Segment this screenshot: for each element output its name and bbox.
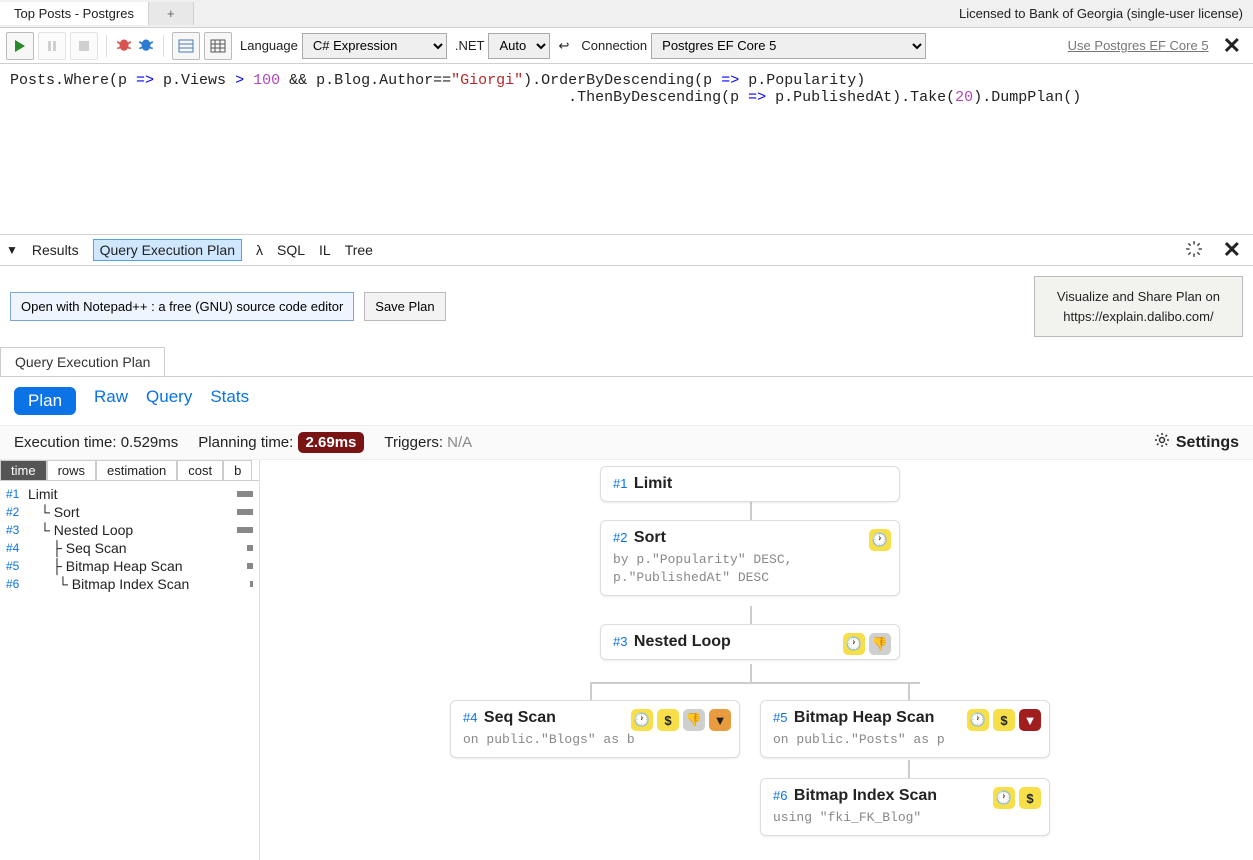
bug-blue-icon[interactable] <box>137 35 155 56</box>
connection-select[interactable]: Postgres EF Core 5 <box>651 33 926 59</box>
settings-label: Settings <box>1176 434 1239 452</box>
tree-row[interactable]: #4├ Seq Scan <box>6 539 253 557</box>
tree-row[interactable]: #1Limit <box>6 485 253 503</box>
plan-node-limit[interactable]: #1 Limit <box>600 466 900 502</box>
metric-tab-estimation[interactable]: estimation <box>96 460 177 480</box>
thumbs-down-icon: 👎 <box>869 633 891 655</box>
dollar-icon: $ <box>657 709 679 731</box>
filter-icon: ▼ <box>709 709 731 731</box>
metric-tab-time[interactable]: time <box>0 460 47 480</box>
exec-time: Execution time: 0.529ms <box>14 434 178 451</box>
net-label: .NET <box>455 38 485 53</box>
run-button[interactable] <box>6 32 34 60</box>
dalibo-line2: https://explain.dalibo.com/ <box>1057 307 1220 327</box>
pill-stats[interactable]: Stats <box>210 387 249 415</box>
metric-tab-rows[interactable]: rows <box>47 460 96 480</box>
triggers: Triggers: N/A <box>384 434 472 451</box>
dalibo-line1: Visualize and Share Plan on <box>1057 287 1220 307</box>
tab-main[interactable]: Top Posts - Postgres <box>0 2 149 25</box>
clock-icon: 🕐 <box>993 787 1015 809</box>
tab-il[interactable]: IL <box>319 242 331 258</box>
dalibo-button[interactable]: Visualize and Share Plan on https://expl… <box>1034 276 1243 337</box>
plan-action-bar: Open with Notepad++ : a free (GNU) sourc… <box>0 266 1253 347</box>
pill-plan[interactable]: Plan <box>14 387 76 415</box>
format-table-icon[interactable] <box>172 32 200 60</box>
filter-icon: ▼ <box>1019 709 1041 731</box>
plan-node-nested-loop[interactable]: 🕐👎 #3 Nested Loop <box>600 624 900 660</box>
license-text: Licensed to Bank of Georgia (single-user… <box>959 6 1253 21</box>
plan-node-seq-scan[interactable]: 🕐$👎▼ #4 Seq Scan on public."Blogs" as b <box>450 700 740 758</box>
use-connection-link[interactable]: Use Postgres EF Core 5 <box>1068 38 1209 53</box>
language-select[interactable]: C# Expression <box>302 33 447 59</box>
tree-row[interactable]: #2└ Sort <box>6 503 253 521</box>
bug-red-icon[interactable] <box>115 35 133 56</box>
code-editor[interactable]: Posts.Where(p => p.Views > 100 && p.Blog… <box>0 64 1253 234</box>
plan-node-sort[interactable]: 🕐 #2 Sort by p."Popularity" DESC,p."Publ… <box>600 520 900 596</box>
plan-left-panel: time rows estimation cost b #1Limit#2└ S… <box>0 460 260 860</box>
open-notepad-button[interactable]: Open with Notepad++ : a free (GNU) sourc… <box>10 292 354 321</box>
close-results-icon[interactable]: ✕ <box>1217 237 1247 263</box>
tab-add[interactable]: + <box>149 2 194 25</box>
tab-sql[interactable]: SQL <box>277 242 305 258</box>
tree-row[interactable]: #3└ Nested Loop <box>6 521 253 539</box>
dollar-icon: $ <box>1019 787 1041 809</box>
plan-diagram[interactable]: #1 Limit 🕐 #2 Sort by p."Popularity" DES… <box>260 460 1253 860</box>
tab-results[interactable]: Results <box>32 242 79 258</box>
result-tab-plan[interactable]: Query Execution Plan <box>0 347 165 376</box>
close-icon[interactable]: ✕ <box>1217 33 1247 59</box>
language-label: Language <box>240 38 298 53</box>
plan-node-bitmap-index[interactable]: 🕐$ #6 Bitmap Index Scan using "fki_FK_Bl… <box>760 778 1050 836</box>
result-tab-row: Query Execution Plan <box>0 347 1253 377</box>
plan-node-bitmap-heap[interactable]: 🕐$▼ #5 Bitmap Heap Scan on public."Posts… <box>760 700 1050 758</box>
divider <box>163 35 164 57</box>
results-bar: ▼ Results Query Execution Plan λ SQL IL … <box>0 234 1253 266</box>
dollar-icon: $ <box>993 709 1015 731</box>
grid-icon[interactable] <box>204 32 232 60</box>
collapse-triangle-icon[interactable]: ▼ <box>6 243 18 257</box>
tree-row[interactable]: #6└ Bitmap Index Scan <box>6 575 253 593</box>
activity-icon[interactable] <box>1185 240 1203 261</box>
stats-bar: Execution time: 0.529ms Planning time: 2… <box>0 425 1253 460</box>
clock-icon: 🕐 <box>843 633 865 655</box>
settings-button[interactable]: Settings <box>1154 432 1239 453</box>
divider <box>106 35 107 57</box>
stop-button[interactable] <box>70 32 98 60</box>
back-arrow-icon[interactable]: ↩ <box>554 38 573 54</box>
pill-raw[interactable]: Raw <box>94 387 128 415</box>
save-plan-button[interactable]: Save Plan <box>364 292 445 321</box>
toolbar: Language C# Expression .NET Auto ↩ Conne… <box>0 28 1253 64</box>
plan-tree-list: #1Limit#2└ Sort#3└ Nested Loop#4├ Seq Sc… <box>0 481 259 597</box>
planning-time: Planning time: 2.69ms <box>198 434 364 451</box>
plan-grid: time rows estimation cost b #1Limit#2└ S… <box>0 460 1253 860</box>
clock-icon: 🕐 <box>967 709 989 731</box>
clock-icon: 🕐 <box>869 529 891 551</box>
clock-icon: 🕐 <box>631 709 653 731</box>
pill-row: Plan Raw Query Stats <box>0 377 1253 425</box>
tab-lambda[interactable]: λ <box>256 242 263 258</box>
metric-tab-b[interactable]: b <box>223 460 252 480</box>
pill-query[interactable]: Query <box>146 387 192 415</box>
tree-row[interactable]: #5├ Bitmap Heap Scan <box>6 557 253 575</box>
tab-query-plan[interactable]: Query Execution Plan <box>93 239 242 261</box>
metric-tabs: time rows estimation cost b <box>0 460 259 481</box>
pause-button[interactable] <box>38 32 66 60</box>
net-select[interactable]: Auto <box>488 33 550 59</box>
gear-icon <box>1154 432 1170 453</box>
connection-label: Connection <box>581 38 647 53</box>
tab-tree[interactable]: Tree <box>345 242 373 258</box>
metric-tab-cost[interactable]: cost <box>177 460 223 480</box>
thumbs-down-icon: 👎 <box>683 709 705 731</box>
tab-bar: Top Posts - Postgres + Licensed to Bank … <box>0 0 1253 28</box>
